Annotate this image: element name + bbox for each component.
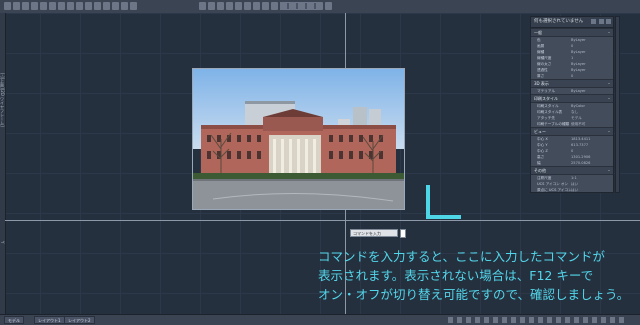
tool-icon[interactable] <box>226 2 233 10</box>
viewport-controls-label[interactable]: [-][上面][2D ワイヤフレーム] <box>0 73 5 127</box>
collapse-icon[interactable]: – <box>608 167 610 174</box>
property-row[interactable]: 原点に UCS アイコン はい <box>531 187 613 193</box>
status-toggle-icon[interactable] <box>502 317 507 323</box>
tool-icon[interactable] <box>325 2 332 10</box>
crosshair-horizontal <box>5 220 640 221</box>
command-input-box[interactable] <box>400 229 406 238</box>
section-title: 一般 <box>534 30 542 35</box>
tool-icon[interactable] <box>112 2 119 10</box>
tool-icon[interactable] <box>13 2 20 10</box>
status-bar: モデル レイアウト1 レイアウト2 <box>0 314 640 325</box>
properties-section-header[interactable]: 一般 – <box>531 28 613 37</box>
status-toggle-icon[interactable] <box>475 317 480 323</box>
caption-line-1: コマンドを入力すると、ここに入力したコマンドが <box>318 249 606 264</box>
status-toggle-icon[interactable] <box>592 317 597 323</box>
tool-icon[interactable] <box>271 2 278 10</box>
property-name: 原点に UCS アイコン <box>537 188 571 192</box>
properties-body: 一般 – 色 ByLayer 画層 0 線種 ByLayer 線種尺度 1 線の太さ ByLayer 透… <box>531 28 613 193</box>
tool-icon[interactable] <box>4 2 11 10</box>
collapse-icon[interactable]: – <box>608 128 610 135</box>
properties-section-header[interactable]: 印刷スタイル – <box>531 94 613 103</box>
section-title: 3D 表示 <box>534 81 549 86</box>
tool-icon[interactable] <box>262 2 269 10</box>
property-value[interactable]: はい <box>571 187 613 193</box>
tool-icon[interactable] <box>307 2 314 10</box>
status-toggle-icon[interactable] <box>466 317 471 323</box>
tool-icon[interactable] <box>199 2 206 10</box>
status-toggle-icon[interactable] <box>574 317 579 323</box>
tool-icon[interactable] <box>121 2 128 10</box>
collapse-icon[interactable]: – <box>608 29 610 36</box>
ucs-axis-icon-horizontal <box>426 215 461 219</box>
axis-label: Y <box>0 241 5 244</box>
viewport-label-strip: [-][上面][2D ワイヤフレーム] Y <box>0 13 6 314</box>
tool-icon[interactable] <box>130 2 137 10</box>
caption-line-3: オン・オフが切り替え可能ですので、確認しましょう。 <box>318 287 630 302</box>
tool-icon[interactable] <box>94 2 101 10</box>
properties-palette[interactable]: 何も選択されていません 一般 – 色 ByLayer 画層 0 線種 ByLayer 線種尺度 1… <box>530 16 614 193</box>
status-toggle-icon[interactable] <box>538 317 543 323</box>
collapse-icon[interactable]: – <box>608 95 610 102</box>
caption-line-2: 表示されます。表示されない場合は、F12 キーで <box>318 268 594 283</box>
select-objects-icon[interactable] <box>598 19 604 24</box>
tool-icon[interactable] <box>235 2 242 10</box>
status-toggle-icon[interactable] <box>610 317 615 323</box>
tool-icon[interactable] <box>67 2 74 10</box>
instruction-caption: コマンドを入力すると、ここに入力したコマンドが 表示されます。表示されない場合は… <box>318 247 636 304</box>
status-toggle-icon[interactable] <box>529 317 534 323</box>
status-toggle-icon[interactable] <box>547 317 552 323</box>
tool-icon[interactable] <box>40 2 47 10</box>
tool-icon[interactable] <box>103 2 110 10</box>
tool-icon[interactable] <box>208 2 215 10</box>
status-toggle-icon[interactable] <box>484 317 489 323</box>
status-toggle-icon[interactable] <box>556 317 561 323</box>
status-toggle-icon[interactable] <box>619 317 624 323</box>
tool-icon[interactable] <box>31 2 38 10</box>
tool-icon[interactable] <box>49 2 56 10</box>
tool-icon[interactable] <box>22 2 29 10</box>
collapse-icon[interactable]: – <box>608 80 610 87</box>
command-input-tooltip: コマンドを入力 <box>350 229 398 237</box>
properties-section-header[interactable]: その他 – <box>531 166 613 175</box>
tool-icon[interactable] <box>289 2 296 10</box>
status-toggle-icon[interactable] <box>520 317 525 323</box>
tool-icon[interactable] <box>253 2 260 10</box>
quick-select-icon[interactable] <box>591 19 597 24</box>
tool-icon[interactable] <box>280 2 287 10</box>
tool-icon[interactable] <box>298 2 305 10</box>
section-title: ビュー <box>534 129 546 134</box>
section-title: その他 <box>534 168 546 173</box>
status-toggle-icon[interactable] <box>457 317 462 323</box>
layout-tab[interactable]: レイアウト1 <box>34 316 65 324</box>
status-toggle-icon[interactable] <box>583 317 588 323</box>
layout-tab[interactable]: レイアウト2 <box>64 316 95 324</box>
status-toggle-icon[interactable] <box>493 317 498 323</box>
status-toggle-icon[interactable] <box>511 317 516 323</box>
building-photo-svg <box>193 69 404 209</box>
properties-title: 何も選択されていません <box>534 19 584 24</box>
top-toolbar: 0 <box>0 0 640 14</box>
building-photo-image[interactable] <box>192 68 405 210</box>
tool-icon[interactable] <box>85 2 92 10</box>
status-toggle-icon[interactable] <box>448 317 453 323</box>
section-title: 印刷スタイル <box>534 96 558 101</box>
properties-selection-dropdown[interactable]: 何も選択されていません <box>531 17 613 28</box>
properties-section-header[interactable]: ビュー – <box>531 127 613 136</box>
tool-icon[interactable] <box>244 2 251 10</box>
tool-icon[interactable] <box>316 2 323 10</box>
tool-icon[interactable] <box>217 2 224 10</box>
tool-icon[interactable] <box>58 2 65 10</box>
ucs-axis-icon <box>426 185 430 219</box>
pickadd-icon[interactable] <box>606 19 611 24</box>
tool-icon[interactable] <box>76 2 83 10</box>
status-toggle-icon[interactable] <box>601 317 606 323</box>
layout-tab[interactable]: モデル <box>4 316 24 324</box>
palette-title-bar[interactable] <box>615 16 620 193</box>
status-toggle-icon[interactable] <box>565 317 570 323</box>
properties-section-header[interactable]: 3D 表示 – <box>531 79 613 88</box>
